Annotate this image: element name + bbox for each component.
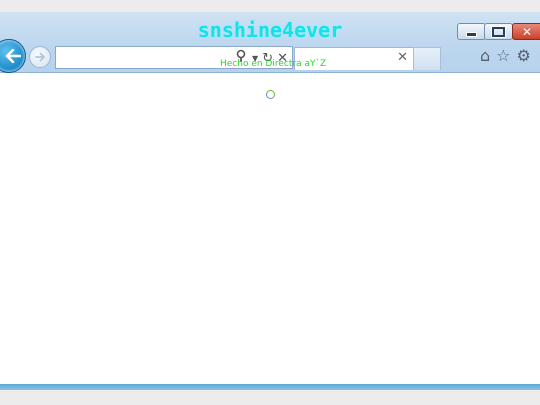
toolbar-right: ⌂ ☆ ⚙	[480, 46, 531, 66]
new-tab-button[interactable]	[413, 47, 441, 70]
close-tab-icon[interactable]: ✕	[397, 50, 408, 65]
browser-chrome: snshine4ever ✕ ▼ ↻ ✕ ✕ ⌂ ☆ ⚙ Hecho en Di…	[0, 12, 540, 73]
gear-icon[interactable]: ⚙	[517, 46, 531, 66]
browser-window: snshine4ever ✕ ▼ ↻ ✕ ✕ ⌂ ☆ ⚙ Hecho en Di…	[0, 12, 540, 390]
minimize-icon	[466, 32, 477, 37]
loading-icon	[266, 90, 275, 99]
status-text: Hecho en Directra aY`Z	[220, 59, 327, 69]
star-icon[interactable]: ☆	[496, 46, 510, 66]
home-icon[interactable]: ⌂	[480, 46, 490, 66]
outer-bottom-band	[0, 390, 540, 405]
maximize-icon	[492, 26, 505, 37]
forward-button[interactable]	[29, 46, 51, 68]
maximize-button[interactable]	[484, 23, 513, 40]
page-content	[0, 73, 540, 384]
close-window-button[interactable]: ✕	[512, 23, 540, 40]
outer-top-band	[0, 0, 540, 12]
back-button[interactable]	[0, 39, 26, 73]
close-icon: ✕	[521, 24, 533, 39]
minimize-button[interactable]	[457, 23, 486, 40]
forward-arrow-icon	[34, 52, 45, 62]
back-arrow-icon	[5, 49, 21, 63]
